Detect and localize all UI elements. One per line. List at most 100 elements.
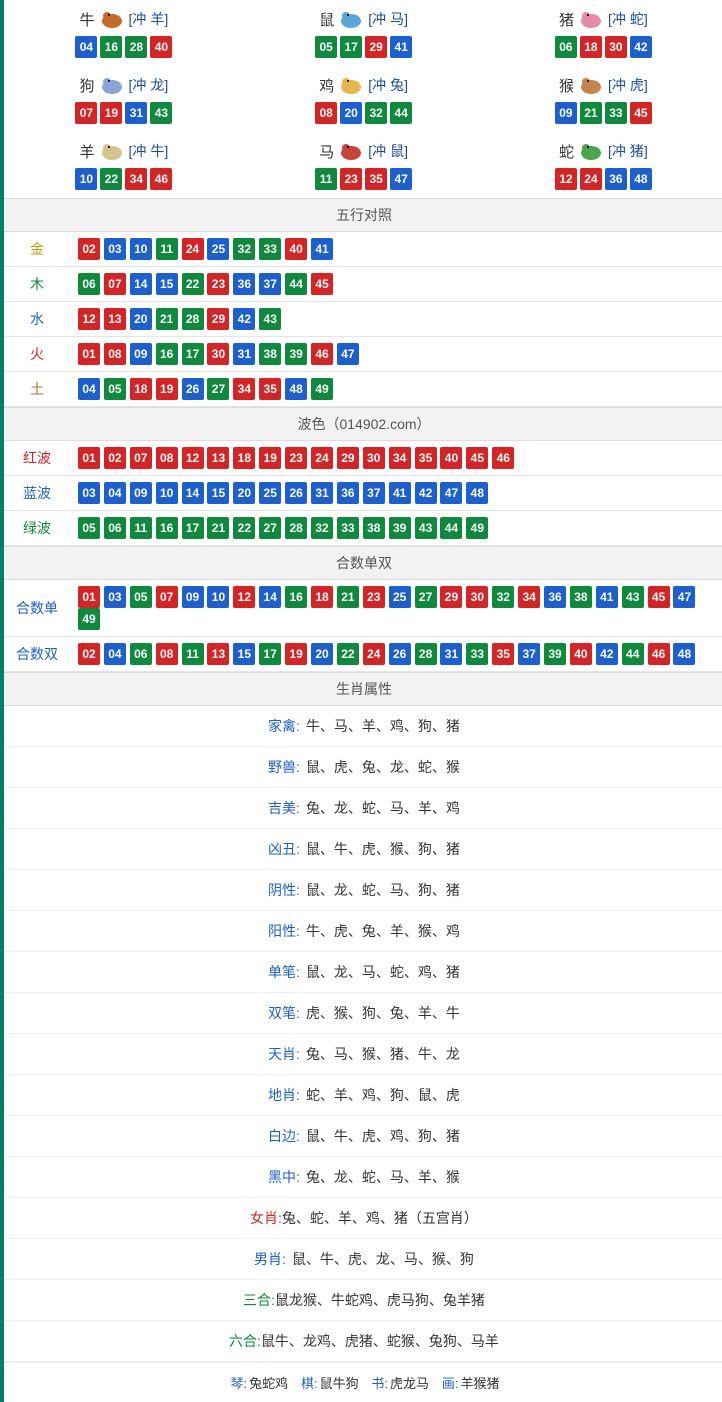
- zodiac-cell: 牛[冲 羊]04162840: [4, 0, 244, 66]
- number-badge: 32: [311, 517, 333, 539]
- attr-value: 兔、龙、蛇、马、羊、鸡: [306, 800, 460, 816]
- row-numbers: 12 13 20 21 28 29 42 43: [70, 302, 722, 337]
- number-badge: 43: [415, 517, 437, 539]
- table-row: 合数双02 04 06 08 11 13 15 17 19 20 22 24 2…: [4, 637, 722, 672]
- number-badge: 36: [544, 586, 566, 608]
- number-badge: 12: [555, 168, 577, 190]
- number-badge: 35: [415, 447, 437, 469]
- number-badge: 42: [596, 643, 618, 665]
- bose-table: 红波01 02 07 08 12 13 18 19 23 24 29 30 34…: [4, 441, 722, 546]
- number-badge: 34: [389, 447, 411, 469]
- number-badge: 14: [182, 482, 204, 504]
- number-badge: 20: [340, 102, 362, 124]
- attr-row: 女肖:兔、蛇、羊、鸡、猪（五宫肖）: [4, 1198, 722, 1239]
- number-row: 12243648: [484, 168, 722, 190]
- number-row: 04162840: [4, 36, 244, 58]
- number-badge: 39: [544, 643, 566, 665]
- number-badge: 31: [440, 643, 462, 665]
- number-row: 08203244: [244, 102, 484, 124]
- number-badge: 10: [207, 586, 229, 608]
- number-badge: 14: [130, 273, 152, 295]
- table-row: 蓝波03 04 09 10 14 15 20 25 26 31 36 37 41…: [4, 476, 722, 511]
- row-label: 金: [4, 232, 70, 267]
- attr-value: 鼠龙猴、牛蛇鸡、虎马狗、兔羊猪: [275, 1292, 485, 1308]
- zodiac-chong: [冲 蛇]: [608, 9, 648, 29]
- zodiac-name: 猴: [559, 75, 574, 96]
- number-badge: 24: [311, 447, 333, 469]
- attr-key: 野兽:: [268, 759, 300, 775]
- zodiac-name: 蛇: [559, 141, 574, 162]
- number-badge: 08: [156, 447, 178, 469]
- row-numbers: 01 03 05 07 09 10 12 14 16 18 21 23 25 2…: [70, 580, 722, 637]
- zodiac-name: 猪: [559, 9, 574, 30]
- number-badge: 07: [130, 447, 152, 469]
- pig-icon: [576, 8, 606, 30]
- number-badge: 30: [466, 586, 488, 608]
- number-badge: 43: [150, 102, 172, 124]
- row-label: 火: [4, 337, 70, 372]
- attrs-list: 家禽:牛、马、羊、鸡、狗、猪野兽:鼠、虎、兔、龙、蛇、猴吉美:兔、龙、蛇、马、羊…: [4, 706, 722, 1362]
- number-badge: 29: [207, 308, 229, 330]
- number-badge: 17: [182, 517, 204, 539]
- number-badge: 22: [233, 517, 255, 539]
- number-badge: 42: [415, 482, 437, 504]
- number-badge: 48: [630, 168, 652, 190]
- attr-value: 牛、马、羊、鸡、狗、猪: [306, 718, 460, 734]
- number-badge: 41: [596, 586, 618, 608]
- number-badge: 36: [233, 273, 255, 295]
- zodiac-name: 鼠: [319, 9, 334, 30]
- zodiac-cell: 蛇 [冲 猪] 12243648: [484, 132, 722, 198]
- snake-icon: [576, 140, 606, 162]
- bose-title: 波色（014902.com）: [4, 407, 722, 441]
- number-badge: 32: [492, 586, 514, 608]
- number-badge: 42: [233, 308, 255, 330]
- table-row: 水12 13 20 21 28 29 42 43: [4, 302, 722, 337]
- number-badge: 16: [156, 517, 178, 539]
- footer-value: 兔蛇鸡: [249, 1376, 288, 1391]
- number-badge: 49: [466, 517, 488, 539]
- number-badge: 38: [363, 517, 385, 539]
- number-badge: 41: [311, 238, 333, 260]
- attr-value: 兔、马、猴、猪、牛、龙: [306, 1046, 460, 1062]
- number-badge: 42: [630, 36, 652, 58]
- footer-key: 琴:: [230, 1376, 247, 1391]
- number-badge: 46: [150, 168, 172, 190]
- number-badge: 20: [311, 643, 333, 665]
- number-badge: 07: [75, 102, 97, 124]
- number-row: 11233547: [244, 168, 484, 190]
- number-badge: 05: [130, 586, 152, 608]
- number-badge: 19: [285, 643, 307, 665]
- number-badge: 09: [555, 102, 577, 124]
- number-badge: 02: [104, 447, 126, 469]
- number-badge: 18: [580, 36, 602, 58]
- number-badge: 19: [100, 102, 122, 124]
- number-badge: 48: [673, 643, 695, 665]
- zodiac-chong: [冲 兔]: [368, 75, 408, 95]
- number-badge: 39: [285, 343, 307, 365]
- number-badge: 28: [182, 308, 204, 330]
- footer-key: 书:: [371, 1376, 388, 1391]
- row-label: 合数双: [4, 637, 70, 672]
- number-badge: 46: [311, 343, 333, 365]
- number-row: 07193143: [4, 102, 244, 124]
- number-badge: 24: [363, 643, 385, 665]
- number-badge: 07: [156, 586, 178, 608]
- number-badge: 05: [104, 378, 126, 400]
- number-badge: 49: [311, 378, 333, 400]
- heshu-title: 合数单双: [4, 546, 722, 580]
- attr-key: 三合:: [243, 1292, 275, 1308]
- zodiac-chong: [冲 猪]: [608, 141, 648, 161]
- number-badge: 25: [259, 482, 281, 504]
- table-row: 红波01 02 07 08 12 13 18 19 23 24 29 30 34…: [4, 441, 722, 476]
- number-badge: 20: [233, 482, 255, 504]
- number-badge: 04: [104, 643, 126, 665]
- number-badge: 08: [156, 643, 178, 665]
- number-badge: 33: [605, 102, 627, 124]
- number-badge: 30: [605, 36, 627, 58]
- number-badge: 28: [125, 36, 147, 58]
- number-badge: 13: [207, 447, 229, 469]
- number-badge: 20: [130, 308, 152, 330]
- row-label: 木: [4, 267, 70, 302]
- number-badge: 34: [125, 168, 147, 190]
- zodiac-chong: [冲 马]: [368, 9, 408, 29]
